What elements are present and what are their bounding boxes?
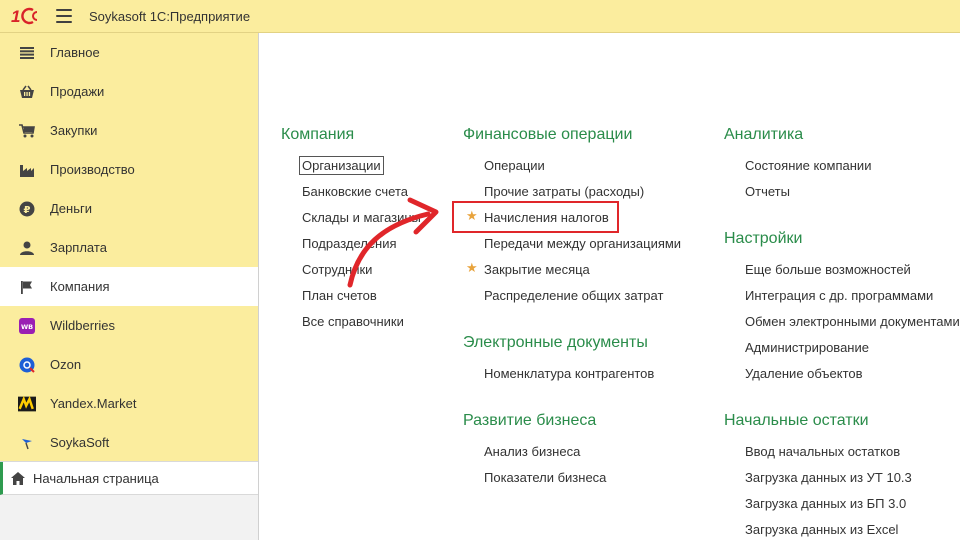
sidebar: Главное Продажи Закупки Производство ₽ Д…: [0, 33, 258, 540]
annotation-arrow-icon: [347, 197, 439, 288]
sidebar-item-main[interactable]: Главное: [0, 33, 258, 72]
sidebar-item-wildberries[interactable]: WB Wildberries: [0, 306, 258, 345]
section-title-business: Развитие бизнеса: [463, 412, 597, 429]
sidebar-item-label: Главное: [50, 45, 100, 60]
top-bar: 1 Soykasoft 1С:Предприятие: [0, 0, 960, 33]
link-company-status[interactable]: Состояние компании: [745, 158, 871, 173]
flag-icon: [18, 278, 36, 296]
app-title: Soykasoft 1С:Предприятие: [89, 8, 251, 24]
link-operations[interactable]: Операции: [484, 158, 545, 173]
link-business-analysis[interactable]: Анализ бизнеса: [484, 444, 580, 459]
sidebar-item-label: Компания: [50, 279, 110, 294]
link-month-closing[interactable]: Закрытие месяца: [484, 262, 590, 277]
section-title-edocs: Электронные документы: [463, 334, 648, 351]
ruble-coin-icon: ₽: [18, 200, 36, 218]
sidebar-item-label: Закупки: [50, 123, 98, 138]
link-more-features[interactable]: Еще больше возможностей: [745, 262, 911, 277]
svg-text:1: 1: [11, 7, 20, 26]
link-delete-objects[interactable]: Удаление объектов: [745, 366, 863, 381]
section-title-finance: Финансовые операции: [463, 126, 633, 143]
link-reports[interactable]: Отчеты: [745, 184, 790, 199]
svg-text:WB: WB: [21, 323, 33, 331]
section-title-opening: Начальные остатки: [724, 412, 869, 429]
sidebar-item-label: Продажи: [50, 84, 105, 99]
sidebar-item-label: Зарплата: [50, 240, 107, 255]
home-area: Начальная страница: [0, 461, 258, 540]
highlight-box: [452, 201, 619, 233]
link-import-excel[interactable]: Загрузка данных из Excel: [745, 522, 898, 537]
wildberries-logo-icon: WB: [18, 317, 36, 335]
svg-text:₽: ₽: [24, 205, 31, 216]
sidebar-item-ozon[interactable]: Ozon: [0, 345, 258, 384]
link-edoc-exchange[interactable]: Обмен электронными документами: [745, 314, 960, 329]
sidebar-item-label: Производство: [50, 162, 135, 177]
link-all-references[interactable]: Все справочники: [302, 314, 404, 329]
sidebar-item-company[interactable]: Компания: [0, 267, 258, 306]
list-icon: [18, 44, 36, 62]
link-administration[interactable]: Администрирование: [745, 340, 869, 355]
sidebar-item-label: Wildberries: [50, 318, 116, 333]
link-business-indicators[interactable]: Показатели бизнеса: [484, 470, 606, 485]
sidebar-item-label: Yandex.Market: [50, 396, 137, 411]
soykasoft-logo-icon: [18, 434, 36, 452]
home-label: Начальная страница: [33, 470, 159, 486]
sidebar-item-purchases[interactable]: Закупки: [0, 111, 258, 150]
sidebar-item-yandex-market[interactable]: Yandex.Market: [0, 384, 258, 423]
basket-icon: [18, 83, 36, 101]
ozon-logo-icon: [18, 356, 36, 374]
sidebar-item-salary[interactable]: Зарплата: [0, 228, 258, 267]
section-title-analytics: Аналитика: [724, 126, 804, 143]
link-opening-balances[interactable]: Ввод начальных остатков: [745, 444, 900, 459]
person-icon: [18, 239, 36, 257]
home-icon: [11, 469, 25, 487]
favorite-star-icon[interactable]: ★: [466, 260, 478, 276]
link-integration[interactable]: Интеграция с др. программами: [745, 288, 933, 303]
sidebar-item-money[interactable]: ₽ Деньги: [0, 189, 258, 228]
sidebar-item-label: Деньги: [50, 201, 92, 216]
1c-logo-icon: 1: [11, 6, 45, 26]
menu-burger-icon[interactable]: [56, 9, 72, 23]
link-other-expenses[interactable]: Прочие затраты (расходы): [484, 184, 644, 199]
sidebar-item-label: Ozon: [50, 357, 82, 372]
sidebar-item-production[interactable]: Производство: [0, 150, 258, 189]
yandex-market-logo-icon: [18, 395, 36, 413]
sidebar-item-soykasoft[interactable]: SoykaSoft: [0, 423, 258, 462]
section-title-settings: Настройки: [724, 230, 803, 247]
cart-icon: [18, 122, 36, 140]
link-transfers-between-orgs[interactable]: Передачи между организациями: [484, 236, 681, 251]
link-counterparty-nomenclature[interactable]: Номенклатура контрагентов: [484, 366, 654, 381]
sidebar-item-home[interactable]: Начальная страница: [0, 462, 258, 495]
sidebar-item-sales[interactable]: Продажи: [0, 72, 258, 111]
section-title-company: Компания: [281, 126, 355, 143]
factory-icon: [18, 161, 36, 179]
link-import-bp[interactable]: Загрузка данных из БП 3.0: [745, 496, 906, 511]
link-import-ut[interactable]: Загрузка данных из УТ 10.3: [745, 470, 912, 485]
link-cost-distribution[interactable]: Распределение общих затрат: [484, 288, 663, 303]
sidebar-item-label: SoykaSoft: [50, 435, 110, 450]
